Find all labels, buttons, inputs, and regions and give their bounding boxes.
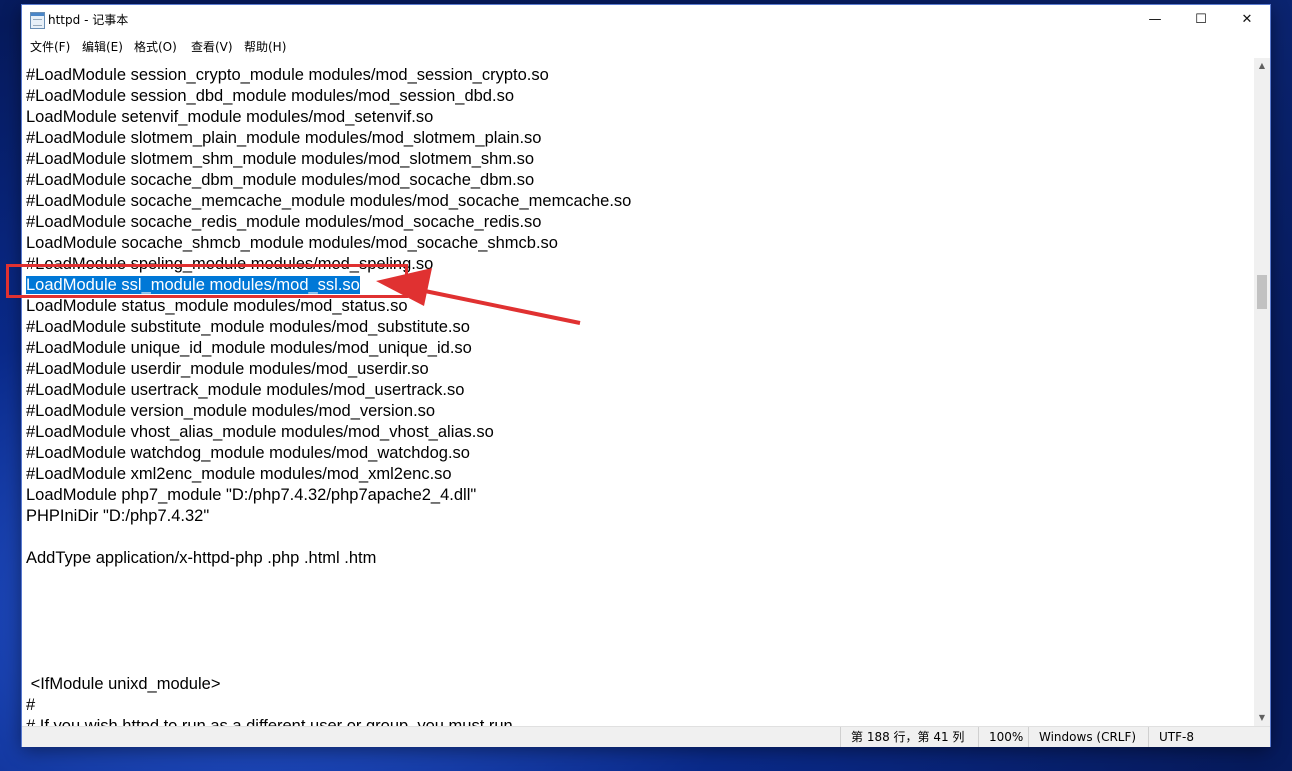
minimize-button[interactable]: — (1132, 5, 1178, 35)
notepad-window: httpd - 记事本 — ☐ ✕ 文件(F) 编辑(E) 格式(O) 查看(V… (22, 5, 1270, 747)
editor-line: #LoadModule version_module modules/mod_v… (26, 402, 436, 420)
menu-file[interactable]: 文件(F) (30, 38, 70, 55)
editor-line: # (26, 696, 36, 714)
editor-line: #LoadModule watchdog_module modules/mod_… (26, 444, 470, 462)
menu-bar: 文件(F) 编辑(E) 格式(O) 查看(V) 帮助(H) (22, 35, 1270, 57)
menu-format[interactable]: 格式(O) (134, 38, 177, 55)
title-bar[interactable]: httpd - 记事本 — ☐ ✕ (22, 5, 1270, 35)
close-button[interactable]: ✕ (1224, 5, 1270, 35)
editor-line: AddType application/x-httpd-php .php .ht… (26, 549, 377, 567)
notepad-icon (30, 12, 45, 29)
editor-line: LoadModule php7_module "D:/php7.4.32/php… (26, 486, 477, 504)
editor-line: LoadModule socache_shmcb_module modules/… (26, 234, 558, 252)
editor-line: #LoadModule vhost_alias_module modules/m… (26, 423, 494, 441)
editor-line: <IfModule unixd_module> (26, 675, 221, 693)
editor-line: LoadModule setenvif_module modules/mod_s… (26, 108, 434, 126)
scroll-up-icon[interactable]: ▲ (1254, 58, 1270, 74)
scroll-down-icon[interactable]: ▼ (1254, 710, 1270, 726)
vertical-scrollbar[interactable]: ▲ ▼ (1254, 58, 1270, 726)
editor-line: PHPIniDir "D:/php7.4.32" (26, 507, 210, 525)
editor-line: #LoadModule socache_redis_module modules… (26, 213, 542, 231)
text-editor[interactable]: #LoadModule session_crypto_module module… (22, 58, 1254, 726)
line-ending: Windows (CRLF) (1028, 727, 1148, 747)
scroll-thumb[interactable] (1257, 275, 1267, 309)
editor-line: #LoadModule session_dbd_module modules/m… (26, 87, 514, 105)
editor-line: #LoadModule socache_dbm_module modules/m… (26, 171, 535, 189)
menu-help[interactable]: 帮助(H) (244, 38, 286, 55)
editor-line: # If you wish httpd to run as a differen… (26, 717, 513, 726)
editor-line: #LoadModule substitute_module modules/mo… (26, 318, 470, 336)
menu-view[interactable]: 查看(V) (191, 38, 233, 55)
editor-line: #LoadModule unique_id_module modules/mod… (26, 339, 472, 357)
editor-line: #LoadModule socache_memcache_module modu… (26, 192, 632, 210)
cursor-position: 第 188 行，第 41 列 (840, 727, 978, 747)
window-title: httpd - 记事本 (48, 13, 129, 27)
maximize-button[interactable]: ☐ (1178, 5, 1224, 35)
editor-line: #LoadModule userdir_module modules/mod_u… (26, 360, 429, 378)
encoding: UTF-8 (1148, 727, 1270, 747)
zoom-level: 100% (978, 727, 1028, 747)
annotation-highlight-box (6, 264, 408, 298)
editor-line: #LoadModule usertrack_module modules/mod… (26, 381, 465, 399)
status-bar: 第 188 行，第 41 列 100% Windows (CRLF) UTF-8 (22, 726, 1270, 747)
editor-line: #LoadModule xml2enc_module modules/mod_x… (26, 465, 452, 483)
editor-line: #LoadModule slotmem_plain_module modules… (26, 129, 542, 147)
editor-line: LoadModule status_module modules/mod_sta… (26, 297, 408, 315)
menu-edit[interactable]: 编辑(E) (82, 38, 123, 55)
editor-line: #LoadModule slotmem_shm_module modules/m… (26, 150, 535, 168)
editor-line: #LoadModule session_crypto_module module… (26, 66, 549, 84)
